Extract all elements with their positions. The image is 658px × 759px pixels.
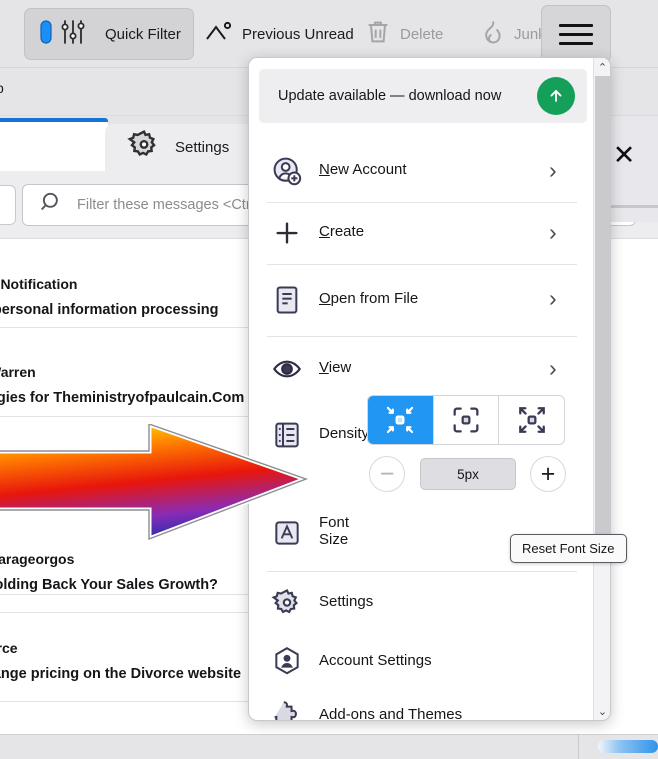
density-option-default[interactable] [434, 396, 500, 444]
file-document-icon [271, 284, 303, 316]
previous-unread-icon [204, 19, 234, 50]
close-icon[interactable]: ✕ [609, 140, 639, 170]
density-option-relaxed[interactable] [499, 396, 564, 444]
menu-item-label: New Account [319, 161, 407, 178]
menu-item-label-rest: iew [329, 359, 352, 376]
hamburger-icon [559, 18, 593, 51]
update-banner-label: Update available — download now [278, 88, 501, 104]
popup-scrollbar[interactable]: ⌃ ⌄ [593, 58, 610, 720]
scroll-down-icon[interactable]: ⌄ [594, 702, 611, 720]
menu-item-addons-themes[interactable]: Add-ons and Themes [249, 687, 595, 721]
chevron-right-icon: › [549, 357, 557, 380]
menu-item-label: Settings [319, 593, 373, 610]
account-settings-icon [271, 644, 303, 678]
menu-item-label-rest: ew Account [330, 161, 407, 178]
eye-icon [271, 353, 303, 385]
gear-icon [271, 586, 303, 620]
delete-button[interactable]: Delete [352, 8, 455, 60]
font-size-decrease-button[interactable]: − [369, 456, 405, 492]
tab-accent-bar [0, 118, 108, 122]
message-subject: f personal information processing [0, 302, 218, 318]
menu-item-settings[interactable]: Settings [249, 571, 595, 634]
tab-settings-label: Settings [175, 139, 229, 156]
menu-item-label-rest: pen from File [331, 290, 419, 307]
previous-unread-button[interactable]: Previous Unread [192, 8, 366, 60]
font-size-value: 5px [420, 458, 516, 490]
puzzle-piece-icon [271, 697, 303, 721]
menu-item-view[interactable]: View › [249, 336, 595, 402]
quick-filter-icon [37, 17, 97, 52]
menu-bar-item[interactable]: p [0, 80, 4, 96]
menu-item-create[interactable]: Create › [249, 202, 595, 264]
reset-font-size-tooltip: Reset Font Size [510, 534, 627, 563]
font-size-increase-button[interactable]: + [530, 456, 566, 492]
density-toggle-group[interactable] [367, 395, 565, 445]
menu-item-label: Create [319, 223, 364, 240]
update-banner[interactable]: Update available — download now [259, 69, 587, 123]
delete-label: Delete [400, 26, 443, 43]
density-label: Density [319, 425, 369, 442]
chevron-right-icon: › [549, 287, 557, 310]
previous-unread-label: Previous Unread [242, 26, 354, 43]
app-menu-button[interactable] [541, 5, 611, 63]
flame-icon [478, 18, 506, 51]
app-window: p Settings Filter these messages <Ctrl+S [0, 0, 658, 759]
gear-icon [127, 128, 161, 167]
status-progress-bar [598, 740, 658, 753]
trash-icon [364, 18, 392, 51]
chevron-right-icon: › [549, 221, 557, 244]
message-subject: hange pricing on the Divorce website [0, 666, 241, 682]
message-sender: orce [0, 640, 18, 656]
menu-item-open-from-file[interactable]: Open from File › [249, 264, 595, 336]
download-arrow-up-icon[interactable] [537, 77, 575, 115]
menu-item-label-rest: reate [330, 223, 364, 240]
menu-item-label: View [319, 359, 351, 376]
status-bar [0, 734, 658, 759]
font-size-label-line2: Size [319, 531, 348, 548]
font-size-label: Font Size [319, 514, 349, 548]
scroll-up-icon[interactable]: ⌃ [594, 58, 611, 76]
message-subject: tegies for Theministryofpaulcain.Com En [0, 390, 267, 406]
quick-filter-label: Quick Filter [105, 26, 181, 43]
app-menu-content: Update available — download now [249, 58, 595, 720]
quick-filter-toggle[interactable] [0, 185, 16, 225]
tab-mail[interactable] [0, 118, 108, 171]
annotation-arrow [0, 424, 310, 544]
menu-item-label: Account Settings [319, 652, 432, 669]
density-option-compact[interactable] [368, 396, 434, 444]
plus-icon [271, 218, 303, 248]
new-account-icon [271, 154, 303, 188]
menu-item-label: Open from File [319, 290, 418, 307]
menu-item-label: Add-ons and Themes [319, 706, 462, 721]
message-sender: Karageorgos [0, 551, 74, 567]
status-bar-separator [578, 734, 579, 759]
message-sender: o Notification [0, 276, 77, 292]
app-menu-popup[interactable]: Update available — download now [248, 57, 611, 721]
menu-item-new-account[interactable]: New Account › [249, 140, 595, 202]
font-size-label-line1: Font [319, 514, 349, 531]
menu-item-account-settings[interactable]: Account Settings [249, 634, 595, 687]
chevron-right-icon: › [549, 159, 557, 182]
message-subject: Holding Back Your Sales Growth? [0, 577, 218, 593]
message-sender: Warren [0, 364, 36, 380]
quick-filter-button[interactable]: Quick Filter [24, 8, 194, 60]
scrollbar-thumb[interactable] [595, 76, 610, 563]
search-icon [39, 190, 65, 221]
